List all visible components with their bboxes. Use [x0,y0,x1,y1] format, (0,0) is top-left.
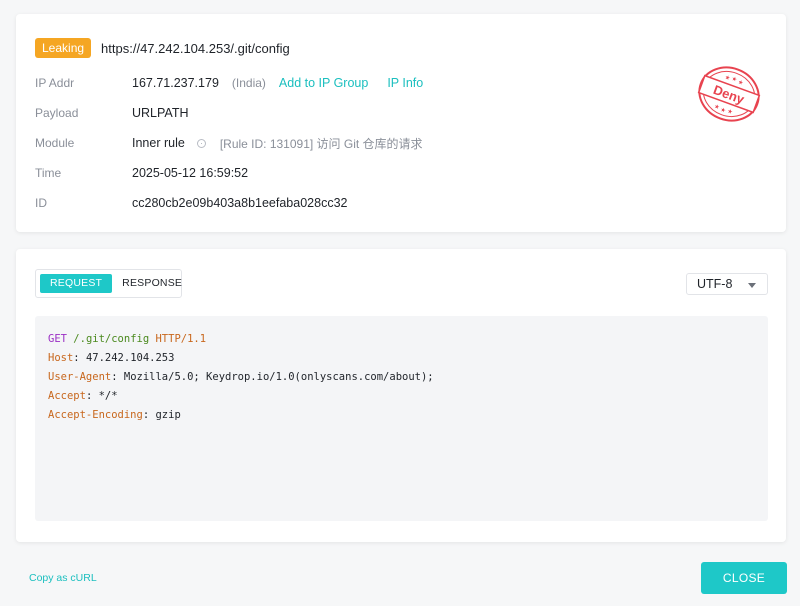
ip-label: IP Addr [35,76,75,90]
header-name: User-Agent [48,371,112,383]
request-method: GET [48,333,67,345]
header-line: Accept-Encoding: gzip [48,409,181,421]
ip-info-link[interactable]: IP Info [387,76,423,90]
chevron-down-icon [748,283,756,288]
copy-as-curl-link[interactable]: Copy as cURL [29,572,97,584]
header-value: */* [98,390,118,402]
module-value: Inner rule [132,136,185,150]
time-row: Time 2025-05-12 16:59:52 [35,165,248,181]
request-response-tabs: REQUEST RESPONSE [35,269,182,298]
payload-label: Payload [35,106,79,120]
svg-text:★: ★ [726,108,733,116]
header-name: Accept [48,390,86,402]
request-detail-card: REQUEST RESPONSE UTF-8 GET /.git/config … [16,249,786,542]
header-value: gzip [155,409,181,421]
header-name: Host [48,352,74,364]
request-url: https://47.242.104.253/.git/config [101,40,290,56]
encoding-value: UTF-8 [697,277,733,291]
request-line: GET /.git/config HTTP/1.1 [48,330,755,349]
raw-request-view: GET /.git/config HTTP/1.1 Host: 47.242.1… [35,316,768,521]
time-value: 2025-05-12 16:59:52 [132,166,249,180]
tab-response[interactable]: RESPONSE [112,274,192,293]
add-to-ip-group-link[interactable]: Add to IP Group [279,76,368,90]
ip-country: (India) [231,76,266,90]
svg-text:★: ★ [737,79,744,87]
tab-request[interactable]: REQUEST [40,274,113,293]
url-row: Leaking https://47.242.104.253/.git/conf… [35,38,290,58]
close-button[interactable]: CLOSE [701,562,787,594]
request-protocol: HTTP/1.1 [155,333,207,345]
module-label: Module [35,136,75,150]
time-label: Time [35,166,62,180]
encoding-select[interactable]: UTF-8 [686,273,768,295]
deny-stamp: Deny ★ ★ ★ ★ ★ ★ [697,66,761,122]
ip-value: 167.71.237.179 [132,76,219,90]
id-row: ID cc280cb2e09b403a8b1eefaba028cc32 [35,195,347,211]
status-badge: Leaking [35,38,92,58]
header-value: 47.242.104.253 [85,352,175,364]
request-path: /.git/config [73,333,150,345]
event-info-card: Leaking https://47.242.104.253/.git/conf… [16,14,786,232]
rule-description: [Rule ID: 131091] 访问 Git 仓库的请求 [219,136,423,151]
payload-value: URLPATH [132,106,189,120]
header-value: Mozilla/5.0; Keydrop.io/1.0(onlyscans.co… [123,371,434,383]
module-row: Module Inner rule [Rule ID: 131091] 访问 G… [35,135,423,151]
payload-row: Payload URLPATH [35,105,189,121]
id-value: cc280cb2e09b403a8b1eefaba028cc32 [132,196,348,210]
header-line: Accept: */* [48,390,118,402]
header-name: Accept-Encoding [48,409,143,421]
info-circle-icon[interactable] [196,138,206,148]
header-line: User-Agent: Mozilla/5.0; Keydrop.io/1.0(… [48,371,434,383]
header-line: Host: 47.242.104.253 [48,352,175,364]
id-label: ID [35,196,47,210]
ip-row: IP Addr 167.71.237.179 (India) Add to IP… [35,75,423,91]
